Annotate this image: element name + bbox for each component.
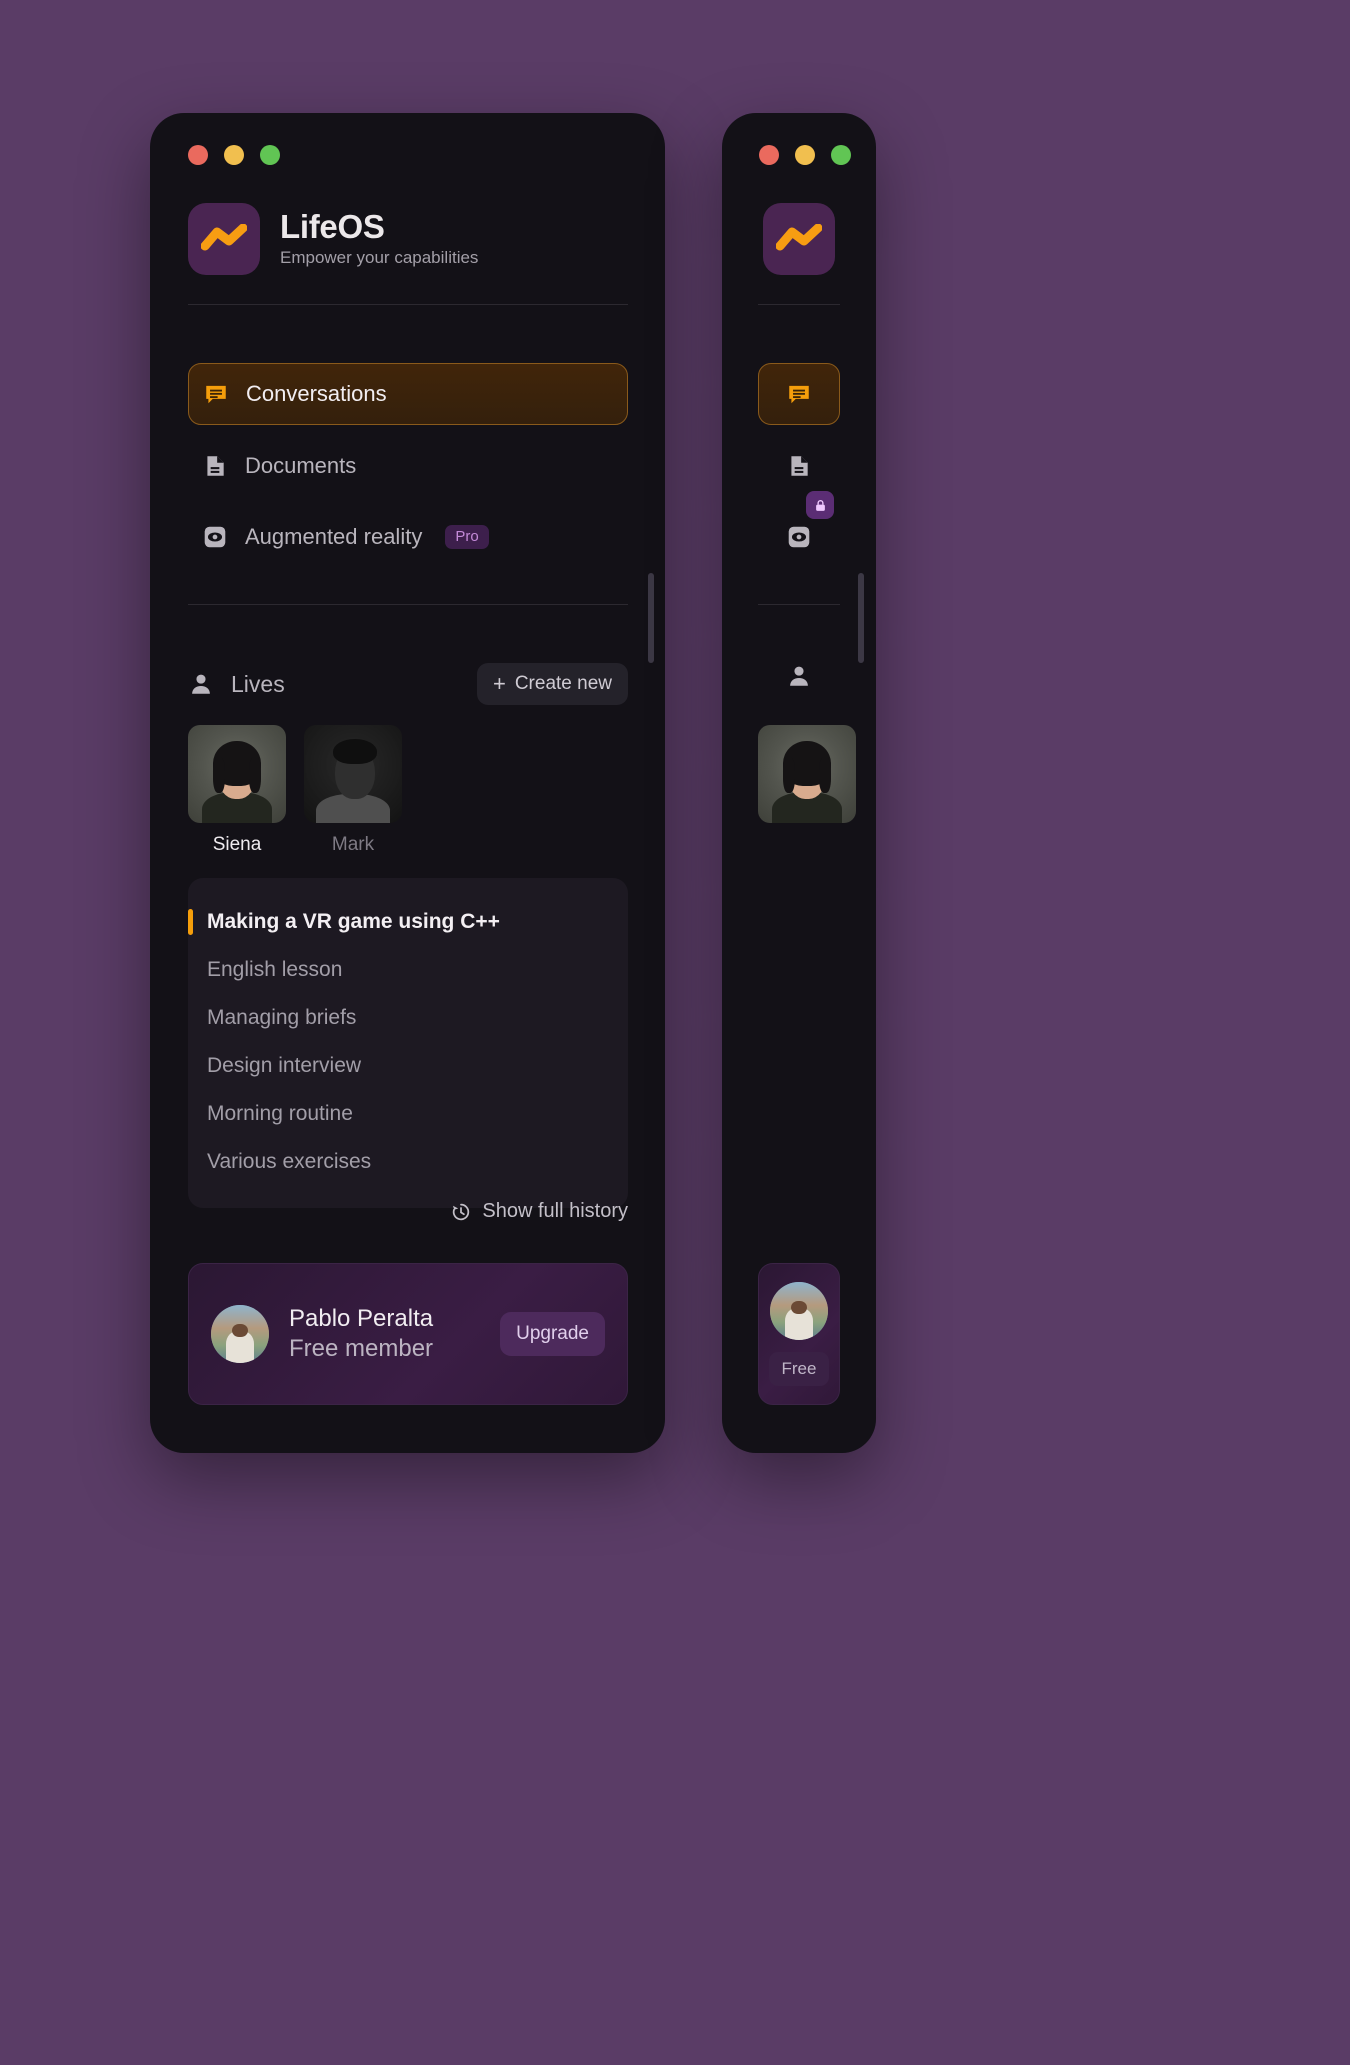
conversation-label: Managing briefs — [207, 1006, 357, 1029]
app-title: LifeOS — [280, 207, 385, 245]
primary-nav: Conversations Documents Augmented realit… — [188, 363, 628, 578]
close-window-button[interactable] — [759, 145, 779, 165]
primary-nav-collapsed — [758, 363, 840, 578]
maximize-window-button[interactable] — [831, 145, 851, 165]
account-avatar — [211, 1305, 269, 1363]
conversation-item[interactable]: Morning routine — [188, 1090, 628, 1138]
lives-section-header: Lives + Create new — [188, 663, 628, 705]
account-avatar — [770, 1282, 828, 1340]
account-name: Pablo Peralta — [289, 1305, 434, 1332]
scrollbar-thumb[interactable] — [858, 573, 864, 663]
screen-background: LifeOS Empower your capabilities Convers… — [0, 0, 1350, 2065]
conversation-label: Various exercises — [207, 1150, 372, 1173]
lives-section-header-collapsed[interactable] — [758, 663, 840, 689]
plus-icon: + — [492, 671, 506, 696]
document-icon — [207, 456, 224, 476]
avatar — [304, 725, 402, 823]
live-person-mark[interactable]: Mark — [304, 725, 402, 856]
pro-badge: Pro — [445, 525, 489, 549]
maximize-window-button[interactable] — [260, 145, 280, 165]
conversation-item[interactable]: Managing briefs — [188, 994, 628, 1042]
nav-label-augmented-reality: Augmented reality — [245, 524, 423, 549]
conversation-label: English lesson — [207, 958, 343, 981]
conversation-label: Morning routine — [207, 1102, 353, 1125]
divider-middle — [758, 604, 840, 605]
divider-top — [758, 304, 840, 305]
account-card-collapsed[interactable]: Free — [758, 1263, 840, 1405]
active-marker — [188, 909, 193, 935]
create-new-label: Create new — [514, 673, 612, 694]
nav-label-conversations: Conversations — [246, 381, 387, 406]
document-icon — [791, 456, 808, 476]
nav-label-documents: Documents — [245, 453, 357, 478]
conversation-label: Making a VR game using C++ — [207, 910, 500, 933]
expanded-sidebar-window: LifeOS Empower your capabilities Convers… — [150, 113, 665, 1453]
app-logo — [763, 203, 835, 275]
wave-logo-icon — [201, 224, 247, 251]
app-brand: LifeOS Empower your capabilities — [188, 203, 478, 275]
account-card[interactable]: Pablo Peralta Free member Upgrade — [188, 1263, 628, 1405]
window-traffic-lights — [188, 145, 280, 165]
live-person-name: Siena — [212, 834, 262, 855]
nav-item-conversations[interactable]: Conversations — [188, 363, 628, 425]
nav-item-augmented-reality[interactable]: Augmented reality Pro — [188, 507, 628, 567]
account-plan: Free member — [289, 1335, 434, 1362]
minimize-window-button[interactable] — [795, 145, 815, 165]
lives-title: Lives — [231, 670, 285, 697]
chat-bubble-icon — [789, 385, 809, 404]
nav-item-documents[interactable]: Documents — [188, 436, 628, 496]
eye-icon — [788, 526, 810, 548]
divider-middle — [188, 604, 628, 605]
conversation-item[interactable]: English lesson — [188, 946, 628, 994]
lock-icon — [815, 499, 825, 511]
conversation-label: Design interview — [207, 1054, 362, 1077]
history-row: Show full history — [188, 1200, 628, 1223]
avatar — [188, 725, 286, 823]
window-traffic-lights — [759, 145, 851, 165]
app-logo — [188, 203, 260, 275]
conversation-item-active[interactable]: Making a VR game using C++ — [188, 898, 628, 946]
person-icon — [192, 674, 210, 694]
live-person-name: Mark — [331, 834, 375, 855]
live-person-siena[interactable]: Siena — [188, 725, 286, 856]
scrollbar-thumb[interactable] — [648, 573, 654, 663]
nav-item-augmented-reality[interactable] — [758, 491, 840, 567]
plan-badge: Free — [768, 1352, 830, 1386]
upgrade-button[interactable]: Upgrade — [500, 1312, 605, 1356]
conversation-item[interactable]: Design interview — [188, 1042, 628, 1090]
lives-avatar-list: Siena Mark — [188, 725, 402, 856]
create-new-button[interactable]: + Create new — [476, 663, 628, 705]
divider-top — [188, 304, 628, 305]
show-full-history-label: Show full history — [482, 1200, 628, 1222]
eye-icon — [204, 526, 226, 548]
clock-history-icon — [453, 1203, 470, 1220]
wave-logo-icon — [776, 224, 822, 251]
lock-badge — [806, 491, 834, 519]
conversation-item[interactable]: Various exercises — [188, 1138, 628, 1186]
app-brand-collapsed — [763, 203, 835, 275]
app-subtitle: Empower your capabilities — [280, 247, 479, 267]
live-person-siena[interactable] — [758, 725, 856, 823]
chat-bubble-icon — [206, 385, 226, 404]
lives-avatar-list-collapsed — [758, 725, 856, 823]
show-full-history-button[interactable]: Show full history — [450, 1200, 628, 1223]
nav-item-conversations[interactable] — [758, 363, 840, 425]
collapsed-sidebar-window: Free — [722, 113, 876, 1453]
nav-item-documents[interactable] — [758, 436, 840, 496]
minimize-window-button[interactable] — [224, 145, 244, 165]
person-icon — [790, 666, 808, 686]
close-window-button[interactable] — [188, 145, 208, 165]
avatar — [758, 725, 856, 823]
conversation-history-list: Making a VR game using C++ English lesso… — [188, 878, 628, 1208]
